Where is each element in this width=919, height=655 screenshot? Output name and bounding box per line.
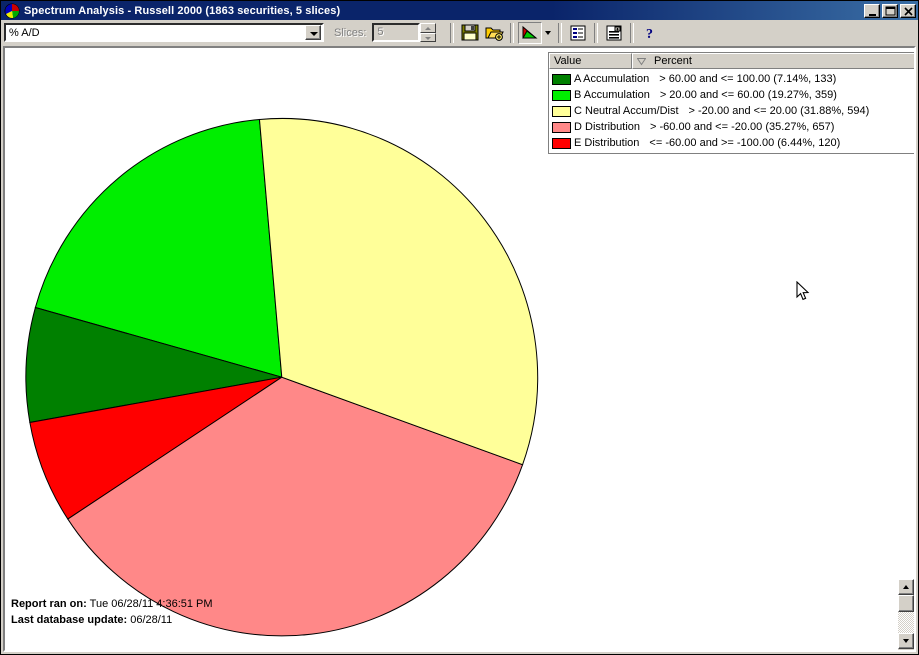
close-button[interactable] [900, 3, 916, 18]
report-ran-label: Report ran on: [11, 598, 87, 610]
legend-color-swatch [552, 105, 571, 117]
scroll-up-button[interactable] [898, 579, 914, 595]
close-icon [904, 6, 913, 16]
legend-color-swatch [552, 89, 571, 101]
legend-color-swatch [552, 73, 571, 85]
pie-chart-icon [4, 3, 20, 18]
maximize-icon [885, 6, 896, 15]
slices-stepper[interactable]: 5 [372, 23, 437, 42]
legend-row-label: C Neutral Accum/Dist [574, 105, 679, 117]
window-controls [864, 3, 916, 18]
svg-text:?: ? [646, 27, 653, 41]
legend-row-range: > -60.00 and <= -20.00 (35.27%, 657) [650, 121, 835, 133]
legend-row[interactable]: A Accumulation > 60.00 and <= 100.00 (7.1… [549, 71, 914, 87]
scrollbar-track[interactable] [898, 612, 914, 633]
minimize-icon [869, 13, 876, 16]
chevron-down-icon[interactable] [305, 25, 321, 40]
legend-column-percent[interactable]: Percent [632, 53, 914, 69]
legend-color-swatch [552, 121, 571, 133]
add-report-button[interactable] [602, 22, 626, 44]
toolbar: % A/D Slices: 5 ? [1, 20, 918, 46]
legend-row-list: A Accumulation > 60.00 and <= 100.00 (7.1… [549, 69, 914, 153]
pie-chart-dropdown-button[interactable] [542, 22, 554, 44]
report-footer: Report ran on: Tue 06/28/11 4:36:51 PM L… [11, 596, 213, 628]
minimize-button[interactable] [864, 3, 880, 18]
scrollbar-thumb[interactable] [898, 595, 914, 612]
title-bar: Spectrum Analysis - Russell 2000 (1863 s… [1, 1, 918, 20]
toolbar-separator [630, 22, 635, 43]
open-folder-icon [485, 27, 504, 41]
toolbar-separator [510, 22, 515, 43]
client-area: Value Percent A Accumulation > 60.00 and … [3, 46, 916, 652]
legend-row[interactable]: D Distribution > -60.00 and <= -20.00 (35… [549, 119, 914, 135]
legend-row[interactable]: C Neutral Accum/Dist > -20.00 and <= 20.0… [549, 103, 914, 119]
floppy-disk-icon [461, 24, 479, 41]
report-view-button[interactable] [566, 22, 590, 44]
vertical-scrollbar[interactable] [898, 579, 914, 650]
toolbar-separator [450, 22, 455, 43]
legend-row-range: <= -60.00 and >= -100.00 (6.44%, 120) [649, 137, 841, 149]
question-mark-icon: ? [646, 27, 653, 41]
legend-row-label: A Accumulation [574, 73, 650, 85]
metric-combo-value: % A/D [9, 26, 40, 39]
descending-triangle-icon [637, 57, 646, 65]
legend-panel: Value Percent A Accumulation > 60.00 and … [548, 52, 914, 154]
legend-header: Value Percent [549, 53, 914, 69]
legend-row-range: > -20.00 and <= 20.00 (31.88%, 594) [688, 105, 870, 117]
slices-input[interactable]: 5 [372, 23, 421, 42]
report-ran-line: Report ran on: Tue 06/28/11 4:36:51 PM [11, 596, 213, 612]
maximize-button[interactable] [882, 3, 898, 18]
legend-row-label: D Distribution [574, 121, 641, 133]
save-button[interactable] [458, 22, 482, 44]
slices-spin-buttons[interactable] [420, 23, 437, 42]
open-button[interactable] [482, 22, 506, 44]
legend-row-label: E Distribution [574, 137, 640, 149]
metric-combo-box[interactable]: % A/D [4, 23, 324, 42]
report-ran-value: Tue 06/28/11 4:36:51 PM [89, 598, 213, 610]
legend-color-swatch [552, 137, 571, 149]
legend-row-range: > 60.00 and <= 100.00 (7.14%, 133) [659, 73, 837, 85]
slices-decrement-button[interactable] [420, 32, 437, 42]
last-update-line: Last database update: 06/28/11 [11, 612, 213, 628]
list-plus-icon [606, 25, 622, 40]
scroll-down-button[interactable] [898, 633, 914, 649]
legend-column-value[interactable]: Value [549, 53, 632, 69]
legend-column-percent-label: Percent [654, 55, 692, 67]
legend-row[interactable]: E Distribution <= -60.00 and >= -100.00 (… [549, 135, 914, 151]
list-icon [570, 25, 586, 40]
pie-chart-icon [522, 25, 538, 38]
toolbar-separator [558, 22, 563, 43]
slices-increment-button[interactable] [420, 23, 437, 33]
window-title: Spectrum Analysis - Russell 2000 (1863 s… [24, 4, 341, 17]
toolbar-separator [594, 22, 599, 43]
legend-row-range: > 20.00 and <= 60.00 (19.27%, 359) [659, 89, 837, 101]
slices-label: Slices: [334, 26, 367, 39]
application-window: Spectrum Analysis - Russell 2000 (1863 s… [0, 0, 919, 655]
last-update-label: Last database update: [11, 614, 128, 626]
help-button[interactable]: ? [638, 22, 662, 44]
legend-row-label: B Accumulation [574, 89, 650, 101]
pie-chart-view-button[interactable] [518, 21, 543, 44]
last-update-value: 06/28/11 [130, 614, 173, 626]
legend-row[interactable]: B Accumulation > 20.00 and <= 60.00 (19.2… [549, 87, 914, 103]
